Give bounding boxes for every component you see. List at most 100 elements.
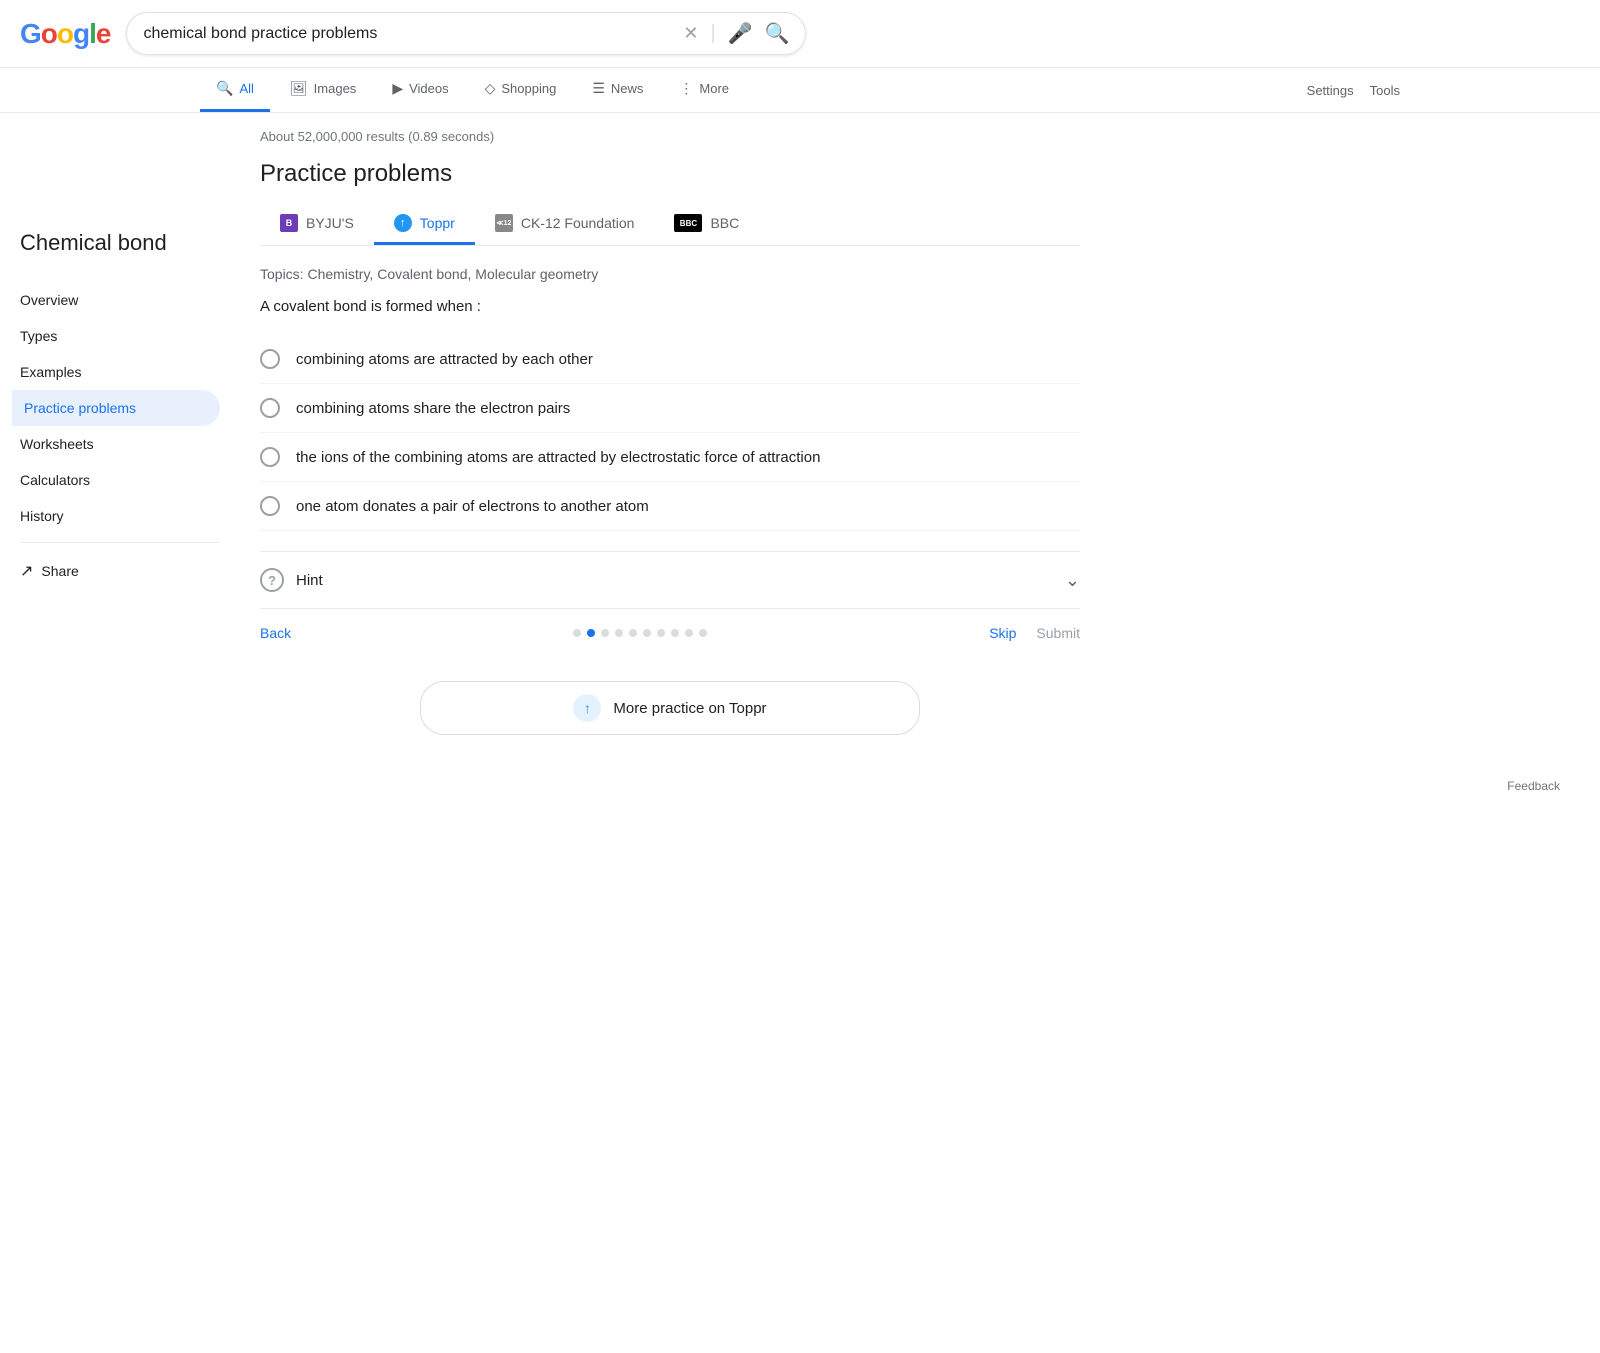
logo-o2: o <box>57 18 73 49</box>
videos-icon: ▶ <box>392 80 403 97</box>
bbc-favicon: BBC <box>674 214 702 232</box>
option-3[interactable]: the ions of the combining atoms are attr… <box>260 433 1080 482</box>
tab-shopping[interactable]: ◇ Shopping <box>469 68 573 112</box>
tab-news[interactable]: ☰ News <box>576 68 659 112</box>
option-2[interactable]: combining atoms share the electron pairs <box>260 384 1080 433</box>
share-icon: ↗ <box>20 561 33 581</box>
tab-news-label: News <box>611 81 644 96</box>
dot-1 <box>573 629 581 637</box>
progress-dots <box>573 629 707 637</box>
settings-tools: Settings Tools <box>1307 83 1400 98</box>
radio-3[interactable] <box>260 447 280 467</box>
hint-left: ? Hint <box>260 568 323 592</box>
tab-more-label: More <box>699 81 729 96</box>
shopping-icon: ◇ <box>485 80 496 97</box>
hint-label: Hint <box>296 572 323 589</box>
logo-g2: g <box>73 18 89 49</box>
ck12-label: CK-12 Foundation <box>521 215 635 231</box>
logo-o1: o <box>41 18 57 49</box>
submit-button[interactable]: Submit <box>1036 625 1080 641</box>
toppr-arrow-icon: ↑ <box>584 700 591 716</box>
dot-5 <box>629 629 637 637</box>
sidebar-item-types[interactable]: Types <box>20 318 220 354</box>
sidebar-divider <box>20 542 220 543</box>
tab-videos[interactable]: ▶ Videos <box>376 68 464 112</box>
toppr-label: Toppr <box>420 215 455 231</box>
images-icon: 🖼 <box>290 80 308 97</box>
tab-videos-label: Videos <box>409 81 449 96</box>
share-button[interactable]: ↗ Share <box>20 551 220 591</box>
more-practice-label: More practice on Toppr <box>613 700 766 717</box>
dot-8 <box>671 629 679 637</box>
byjus-favicon: B <box>280 214 298 232</box>
source-tab-bbc[interactable]: BBC BBC <box>654 204 759 245</box>
byjus-label: BYJU'S <box>306 215 354 231</box>
section-title: Practice problems <box>260 160 1080 188</box>
radio-2[interactable] <box>260 398 280 418</box>
sidebar-title: Chemical bond <box>20 229 220 258</box>
back-button[interactable]: Back <box>260 625 291 641</box>
content-area: About 52,000,000 results (0.89 seconds) … <box>220 129 1120 759</box>
option-1-text: combining atoms are attracted by each ot… <box>296 351 593 368</box>
skip-button[interactable]: Skip <box>989 625 1016 641</box>
chevron-down-icon[interactable]: ⌄ <box>1065 570 1080 591</box>
tab-images-label: Images <box>314 81 357 96</box>
dot-2 <box>587 629 595 637</box>
more-icon: ⋮ <box>679 80 693 97</box>
main-container: Chemical bond Overview Types Examples Pr… <box>0 113 1600 759</box>
tab-more[interactable]: ⋮ More <box>663 68 745 112</box>
sidebar: Chemical bond Overview Types Examples Pr… <box>20 129 220 759</box>
more-practice-button[interactable]: ↑ More practice on Toppr <box>420 681 920 735</box>
source-tab-byjus[interactable]: B BYJU'S <box>260 204 374 245</box>
question-nav-row: Back Skip Submit <box>260 608 1080 657</box>
bbc-label: BBC <box>710 215 739 231</box>
hint-row[interactable]: ? Hint ⌄ <box>260 551 1080 608</box>
sidebar-item-calculators[interactable]: Calculators <box>20 462 220 498</box>
option-4[interactable]: one atom donates a pair of electrons to … <box>260 482 1080 531</box>
tab-images[interactable]: 🖼 Images <box>274 68 372 112</box>
ck12-favicon: ≪12 <box>495 214 513 232</box>
news-icon: ☰ <box>592 80 605 97</box>
toppr-circle-icon: ↑ <box>573 694 601 722</box>
logo-e: e <box>96 18 111 49</box>
header: Google ✕ | 🎤 🔍 <box>0 0 1600 68</box>
clear-icon[interactable]: ✕ <box>683 23 698 44</box>
sidebar-item-history[interactable]: History <box>20 498 220 534</box>
dot-9 <box>685 629 693 637</box>
settings-link[interactable]: Settings <box>1307 83 1354 98</box>
radio-1[interactable] <box>260 349 280 369</box>
source-tabs: B BYJU'S ↑ Toppr ≪12 CK-12 Foundation BB… <box>260 204 1080 246</box>
sidebar-item-examples[interactable]: Examples <box>20 354 220 390</box>
option-3-text: the ions of the combining atoms are attr… <box>296 449 820 466</box>
options-list: combining atoms are attracted by each ot… <box>260 335 1080 531</box>
tools-link[interactable]: Tools <box>1370 83 1400 98</box>
voice-search-icon[interactable]: 🎤 <box>728 21 753 46</box>
sidebar-item-worksheets[interactable]: Worksheets <box>20 426 220 462</box>
feedback-link[interactable]: Feedback <box>1507 779 1560 793</box>
logo-l: l <box>89 18 96 49</box>
toppr-favicon: ↑ <box>394 214 412 232</box>
option-1[interactable]: combining atoms are attracted by each ot… <box>260 335 1080 384</box>
search-icon[interactable]: 🔍 <box>765 21 790 46</box>
divider: | <box>710 22 715 45</box>
logo-g: G <box>20 18 41 49</box>
tab-all[interactable]: 🔍 All <box>200 68 270 112</box>
source-tab-ck12[interactable]: ≪12 CK-12 Foundation <box>475 204 655 245</box>
option-4-text: one atom donates a pair of electrons to … <box>296 498 649 515</box>
source-tab-toppr[interactable]: ↑ Toppr <box>374 204 475 245</box>
sidebar-item-overview[interactable]: Overview <box>20 282 220 318</box>
search-input[interactable] <box>143 25 675 43</box>
radio-4[interactable] <box>260 496 280 516</box>
nav-right: Skip Submit <box>989 625 1080 641</box>
dot-7 <box>657 629 665 637</box>
dot-10 <box>699 629 707 637</box>
search-bar[interactable]: ✕ | 🎤 🔍 <box>126 12 806 55</box>
tab-shopping-label: Shopping <box>501 81 556 96</box>
results-count: About 52,000,000 results (0.89 seconds) <box>260 129 1080 144</box>
dot-4 <box>615 629 623 637</box>
nav-tabs: 🔍 All 🖼 Images ▶ Videos ◇ Shopping ☰ New… <box>0 68 1600 113</box>
question-text: A covalent bond is formed when : <box>260 298 1080 315</box>
all-icon: 🔍 <box>216 80 233 97</box>
google-logo: Google <box>20 18 110 50</box>
sidebar-item-practice-problems[interactable]: Practice problems <box>12 390 220 426</box>
